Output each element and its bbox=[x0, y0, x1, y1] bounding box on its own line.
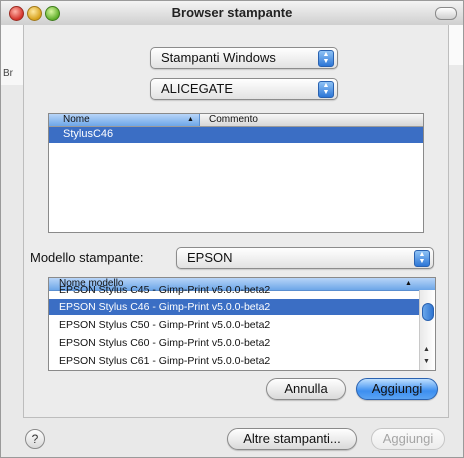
help-button[interactable]: ? bbox=[25, 429, 45, 449]
model-list-row[interactable]: EPSON Stylus C60 - Gimp-Print v5.0.0-bet… bbox=[49, 335, 419, 351]
scroll-down-arrow-icon[interactable]: ▼ bbox=[423, 358, 430, 365]
cancel-button[interactable]: Annulla bbox=[266, 378, 346, 400]
footer-add-button: Aggiungi bbox=[371, 428, 445, 450]
model-list-row[interactable]: EPSON Stylus C61 - Gimp-Print v5.0.0-bet… bbox=[49, 353, 419, 369]
model-label: Modello stampante: bbox=[30, 250, 144, 265]
name-column-header[interactable]: Nome ▲ bbox=[49, 114, 200, 126]
add-button[interactable]: Aggiungi bbox=[356, 378, 438, 400]
toolbar-toggle-button[interactable] bbox=[435, 7, 457, 20]
comment-column-label[interactable]: Commento bbox=[209, 114, 258, 125]
model-list-row[interactable]: EPSON Stylus C50 - Gimp-Print v5.0.0-bet… bbox=[49, 317, 419, 333]
model-list-row-selected[interactable]: EPSON Stylus C46 - Gimp-Print v5.0.0-bet… bbox=[49, 299, 419, 315]
printer-browser-window: Browser stampante Br Stampanti Windows ▲… bbox=[0, 0, 464, 458]
popup-arrows-icon: ▲ ▼ bbox=[318, 81, 334, 98]
scrollbar-thumb[interactable] bbox=[422, 303, 434, 321]
manufacturer-value: EPSON bbox=[187, 250, 233, 265]
scroll-up-arrow-icon[interactable]: ▲ bbox=[423, 346, 430, 353]
workgroup-popup[interactable]: ALICEGATE ▲ ▼ bbox=[150, 78, 338, 100]
popup-arrows-icon: ▲ ▼ bbox=[318, 50, 334, 67]
model-list-scrollbar[interactable]: ▲ ▼ bbox=[419, 290, 435, 370]
printer-name-cell: StylusC46 bbox=[63, 128, 114, 140]
model-list[interactable]: Nome modello ▲ EPSON Stylus C45 - Gimp-P… bbox=[48, 277, 436, 371]
workgroup-value: ALICEGATE bbox=[161, 81, 234, 96]
printer-type-value: Stampanti Windows bbox=[161, 50, 276, 65]
background-partial-label: Br bbox=[3, 68, 13, 79]
title-bar: Browser stampante bbox=[1, 1, 463, 26]
sort-ascending-icon: ▲ bbox=[187, 116, 194, 123]
printer-list-header: Nome ▲ Commento bbox=[49, 114, 423, 127]
model-list-row[interactable]: EPSON Stylus C45 - Gimp-Print v5.0.0-bet… bbox=[49, 284, 419, 296]
manufacturer-popup[interactable]: EPSON ▲ ▼ bbox=[176, 247, 434, 269]
printer-list-row[interactable]: StylusC46 bbox=[49, 127, 423, 143]
name-column-label: Nome bbox=[63, 114, 90, 125]
printer-type-popup[interactable]: Stampanti Windows ▲ ▼ bbox=[150, 47, 338, 69]
other-printers-button[interactable]: Altre stampanti... bbox=[227, 428, 357, 450]
window-title: Browser stampante bbox=[171, 5, 293, 20]
printer-list[interactable]: Nome ▲ Commento StylusC46 bbox=[48, 113, 424, 233]
add-printer-sheet: Stampanti Windows ▲ ▼ ALICEGATE ▲ ▼ Nome ▲… bbox=[23, 25, 449, 418]
popup-arrows-icon: ▲ ▼ bbox=[414, 250, 430, 267]
